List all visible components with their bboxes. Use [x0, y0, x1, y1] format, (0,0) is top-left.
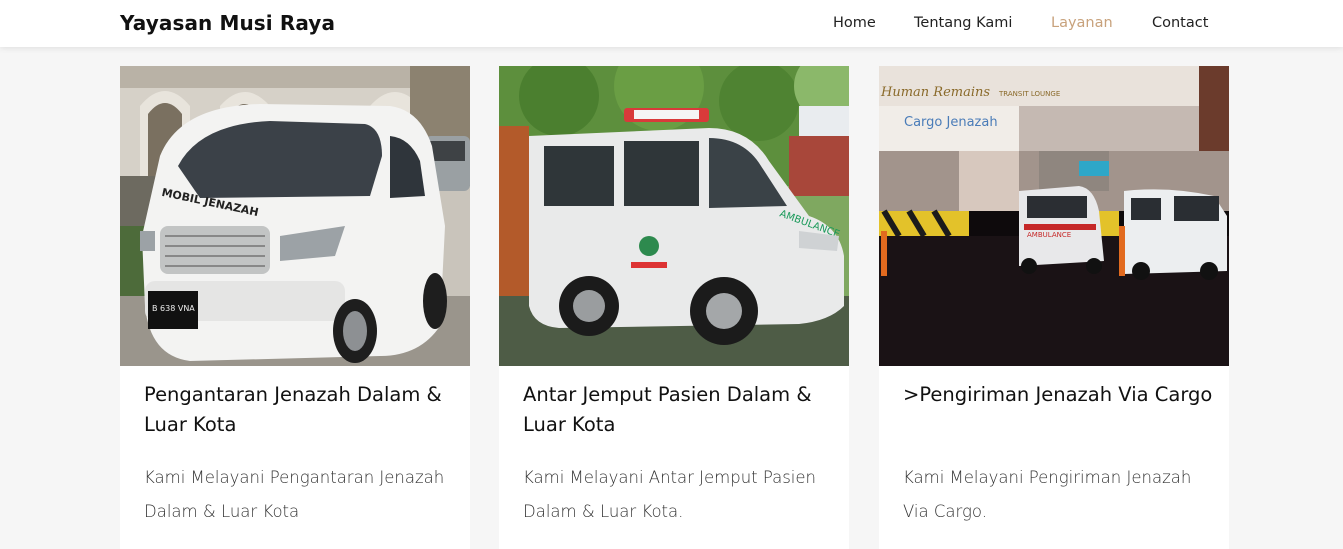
- white-ambulance-van-photo: AMBULANCE: [499, 66, 849, 366]
- sign-human-remains: Human Remains: [880, 85, 990, 100]
- card-title: Antar Jemput Pasien Dalam & Luar Kota: [523, 383, 812, 436]
- service-card-3: Human Remains TRANSIT LOUNGE Cargo Jenaz…: [879, 66, 1229, 549]
- sign-transit-lounge: TRANSIT LOUNGE: [998, 90, 1060, 98]
- airport-cargo-terminal-photo: Human Remains TRANSIT LOUNGE Cargo Jenaz…: [879, 66, 1229, 366]
- nav-link-home[interactable]: Home: [833, 15, 876, 31]
- service-card-2: AMBULANCE Antar Jemput Pasien Dalam & Lu…: [499, 66, 849, 549]
- nav-link-layanan[interactable]: Layanan: [1051, 15, 1113, 31]
- license-plate-text: B 638 VNA: [152, 304, 195, 313]
- white-minivan-hearse-photo: MOBIL JENAZAH B 638 VNA: [120, 66, 470, 366]
- card-description: Kami Melayani Antar Jemput Pasien Dalam …: [523, 468, 816, 521]
- navbar: Yayasan Musi Raya Home Tentang Kami Laya…: [0, 0, 1343, 47]
- nav-link-contact[interactable]: Contact: [1152, 15, 1208, 31]
- card-description: Kami Melayani Pengantaran Jenazah Dalam …: [144, 468, 445, 521]
- card-title: Pengantaran Jenazah Dalam & Luar Kota: [144, 383, 442, 436]
- sign-cargo-jenazah: Cargo Jenazah: [904, 115, 998, 130]
- ambulance-text: AMBULANCE: [1027, 231, 1071, 239]
- card-description: Kami Melayani Pengiriman Jenazah Via Car…: [903, 468, 1192, 521]
- service-card-1: MOBIL JENAZAH B 638 VNA Pengantaran Jena…: [120, 66, 470, 549]
- card-title: >Pengiriman Jenazah Via Cargo: [903, 383, 1213, 406]
- brand-logo-text[interactable]: Yayasan Musi Raya: [120, 11, 335, 35]
- nav-link-tentang-kami[interactable]: Tentang Kami: [914, 15, 1012, 31]
